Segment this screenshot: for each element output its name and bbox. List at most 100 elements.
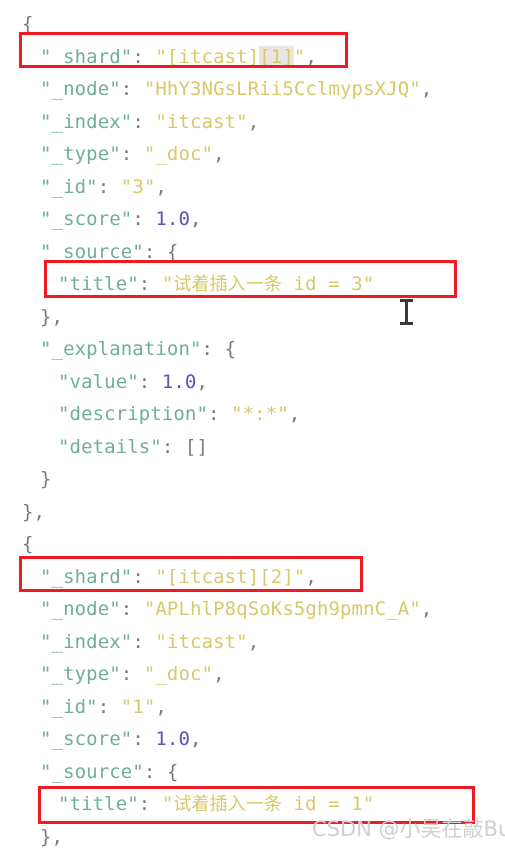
- json-token: "_score": [40, 208, 132, 230]
- json-line[interactable]: "title": "试着插入一条 id = 3": [58, 268, 374, 301]
- json-token: "_shard": [40, 46, 132, 68]
- json-token: ,: [248, 111, 260, 133]
- json-token: :: [98, 176, 121, 198]
- json-line[interactable]: "_node": "HhY3NGsLRii5CclmypsXJQ",: [40, 73, 432, 106]
- json-token: "*:*": [231, 403, 289, 425]
- json-line[interactable]: "_shard": "[itcast][2]",: [40, 561, 317, 594]
- json-token: :: [139, 793, 162, 815]
- json-token: "_index": [40, 631, 132, 653]
- ibeam-bottom-cap: [400, 322, 413, 325]
- json-token: ,: [213, 143, 225, 165]
- json-line[interactable]: },: [40, 301, 63, 334]
- json-token: ": [162, 793, 174, 815]
- json-token: "_doc": [144, 663, 213, 685]
- json-line[interactable]: {: [22, 528, 34, 561]
- json-token: },: [40, 826, 63, 848]
- json-token: "_id": [40, 176, 98, 198]
- json-token: "_node": [40, 598, 121, 620]
- json-line[interactable]: "_explanation": {: [40, 333, 236, 366]
- json-token: : {: [202, 338, 237, 360]
- json-line[interactable]: "title": "试着插入一条 id = 1": [58, 788, 374, 821]
- json-token: "itcast": [155, 111, 247, 133]
- json-line[interactable]: {: [22, 8, 34, 41]
- json-line[interactable]: "value": 1.0,: [58, 366, 208, 399]
- json-token: ": [162, 273, 174, 295]
- json-token: "title": [58, 793, 139, 815]
- json-token: "title": [58, 273, 139, 295]
- json-token: :: [121, 143, 144, 165]
- json-token: 试着插入一条: [173, 794, 282, 815]
- json-token: },: [40, 306, 63, 328]
- json-token: :: [132, 46, 155, 68]
- json-line[interactable]: "_index": "itcast",: [40, 106, 259, 139]
- json-token: "HhY3NGsLRii5CclmypsXJQ": [144, 78, 421, 100]
- json-token: : {: [144, 241, 179, 263]
- json-token: "_node": [40, 78, 121, 100]
- json-token: "_id": [40, 696, 98, 718]
- json-token: {: [22, 533, 34, 555]
- json-token: :: [132, 566, 155, 588]
- json-line[interactable]: },: [40, 821, 63, 853]
- json-token: "itcast": [155, 631, 247, 653]
- json-token: "_score": [40, 728, 132, 750]
- json-token: :: [208, 403, 231, 425]
- json-line[interactable]: "_score": 1.0,: [40, 203, 202, 236]
- json-token: id = 1": [282, 793, 374, 815]
- json-token: ,: [190, 208, 202, 230]
- json-line[interactable]: "_type": "_doc",: [40, 138, 225, 171]
- json-token: ,: [305, 566, 317, 588]
- json-token: ,: [289, 403, 301, 425]
- json-token: "_shard": [40, 566, 132, 588]
- json-line[interactable]: "_node": "APLhlP8qSoKs5gh9pmnC_A",: [40, 593, 432, 626]
- text-ibeam-cursor: [400, 299, 413, 325]
- json-token: ": [294, 46, 306, 68]
- json-token: 1.0: [155, 208, 190, 230]
- json-line[interactable]: "details": []: [58, 431, 208, 464]
- json-line[interactable]: "description": "*:*",: [58, 398, 300, 431]
- json-token: "_explanation": [40, 338, 202, 360]
- json-token: "_type": [40, 663, 121, 685]
- json-response-viewer[interactable]: {"_shard": "[itcast][1]","_node": "HhY3N…: [0, 0, 505, 847]
- json-token: 1.0: [162, 371, 197, 393]
- json-token: :: [121, 598, 144, 620]
- json-token: "value": [58, 371, 139, 393]
- ibeam-stem: [405, 301, 408, 323]
- json-token: ,: [155, 696, 167, 718]
- json-token: "_index": [40, 111, 132, 133]
- json-token: : {: [144, 761, 179, 783]
- json-line[interactable]: "_id": "3",: [40, 171, 167, 204]
- json-token: ,: [196, 371, 208, 393]
- json-token: {: [22, 13, 34, 35]
- json-token: :: [132, 111, 155, 133]
- json-line[interactable]: },: [22, 496, 45, 529]
- json-token: ,: [155, 176, 167, 198]
- json-token: :: [121, 663, 144, 685]
- json-token: :: [132, 631, 155, 653]
- json-line[interactable]: "_id": "1",: [40, 691, 167, 724]
- json-line[interactable]: "_type": "_doc",: [40, 658, 225, 691]
- json-line[interactable]: "_shard": "[itcast][1]",: [40, 41, 317, 74]
- json-token: ,: [421, 598, 433, 620]
- json-line[interactable]: "_score": 1.0,: [40, 723, 202, 756]
- json-token: : []: [162, 436, 208, 458]
- json-token: :: [139, 371, 162, 393]
- json-token: "1": [121, 696, 156, 718]
- json-token: id = 3": [282, 273, 374, 295]
- json-token: 1.0: [155, 728, 190, 750]
- json-token: "_doc": [144, 143, 213, 165]
- json-token: :: [98, 696, 121, 718]
- json-line[interactable]: "_source": {: [40, 236, 178, 269]
- json-token: "details": [58, 436, 162, 458]
- json-line[interactable]: }: [40, 463, 52, 496]
- json-token: ,: [305, 46, 317, 68]
- json-token: :: [139, 273, 162, 295]
- json-line[interactable]: "_source": {: [40, 756, 178, 789]
- json-token: ,: [248, 631, 260, 653]
- json-token: 试着插入一条: [173, 274, 282, 295]
- json-token: "APLhlP8qSoKs5gh9pmnC_A": [144, 598, 421, 620]
- json-token: :: [121, 78, 144, 100]
- json-token: ,: [213, 663, 225, 685]
- json-line[interactable]: "_index": "itcast",: [40, 626, 259, 659]
- json-token: "[itcast][2]": [155, 566, 305, 588]
- json-token: :: [132, 728, 155, 750]
